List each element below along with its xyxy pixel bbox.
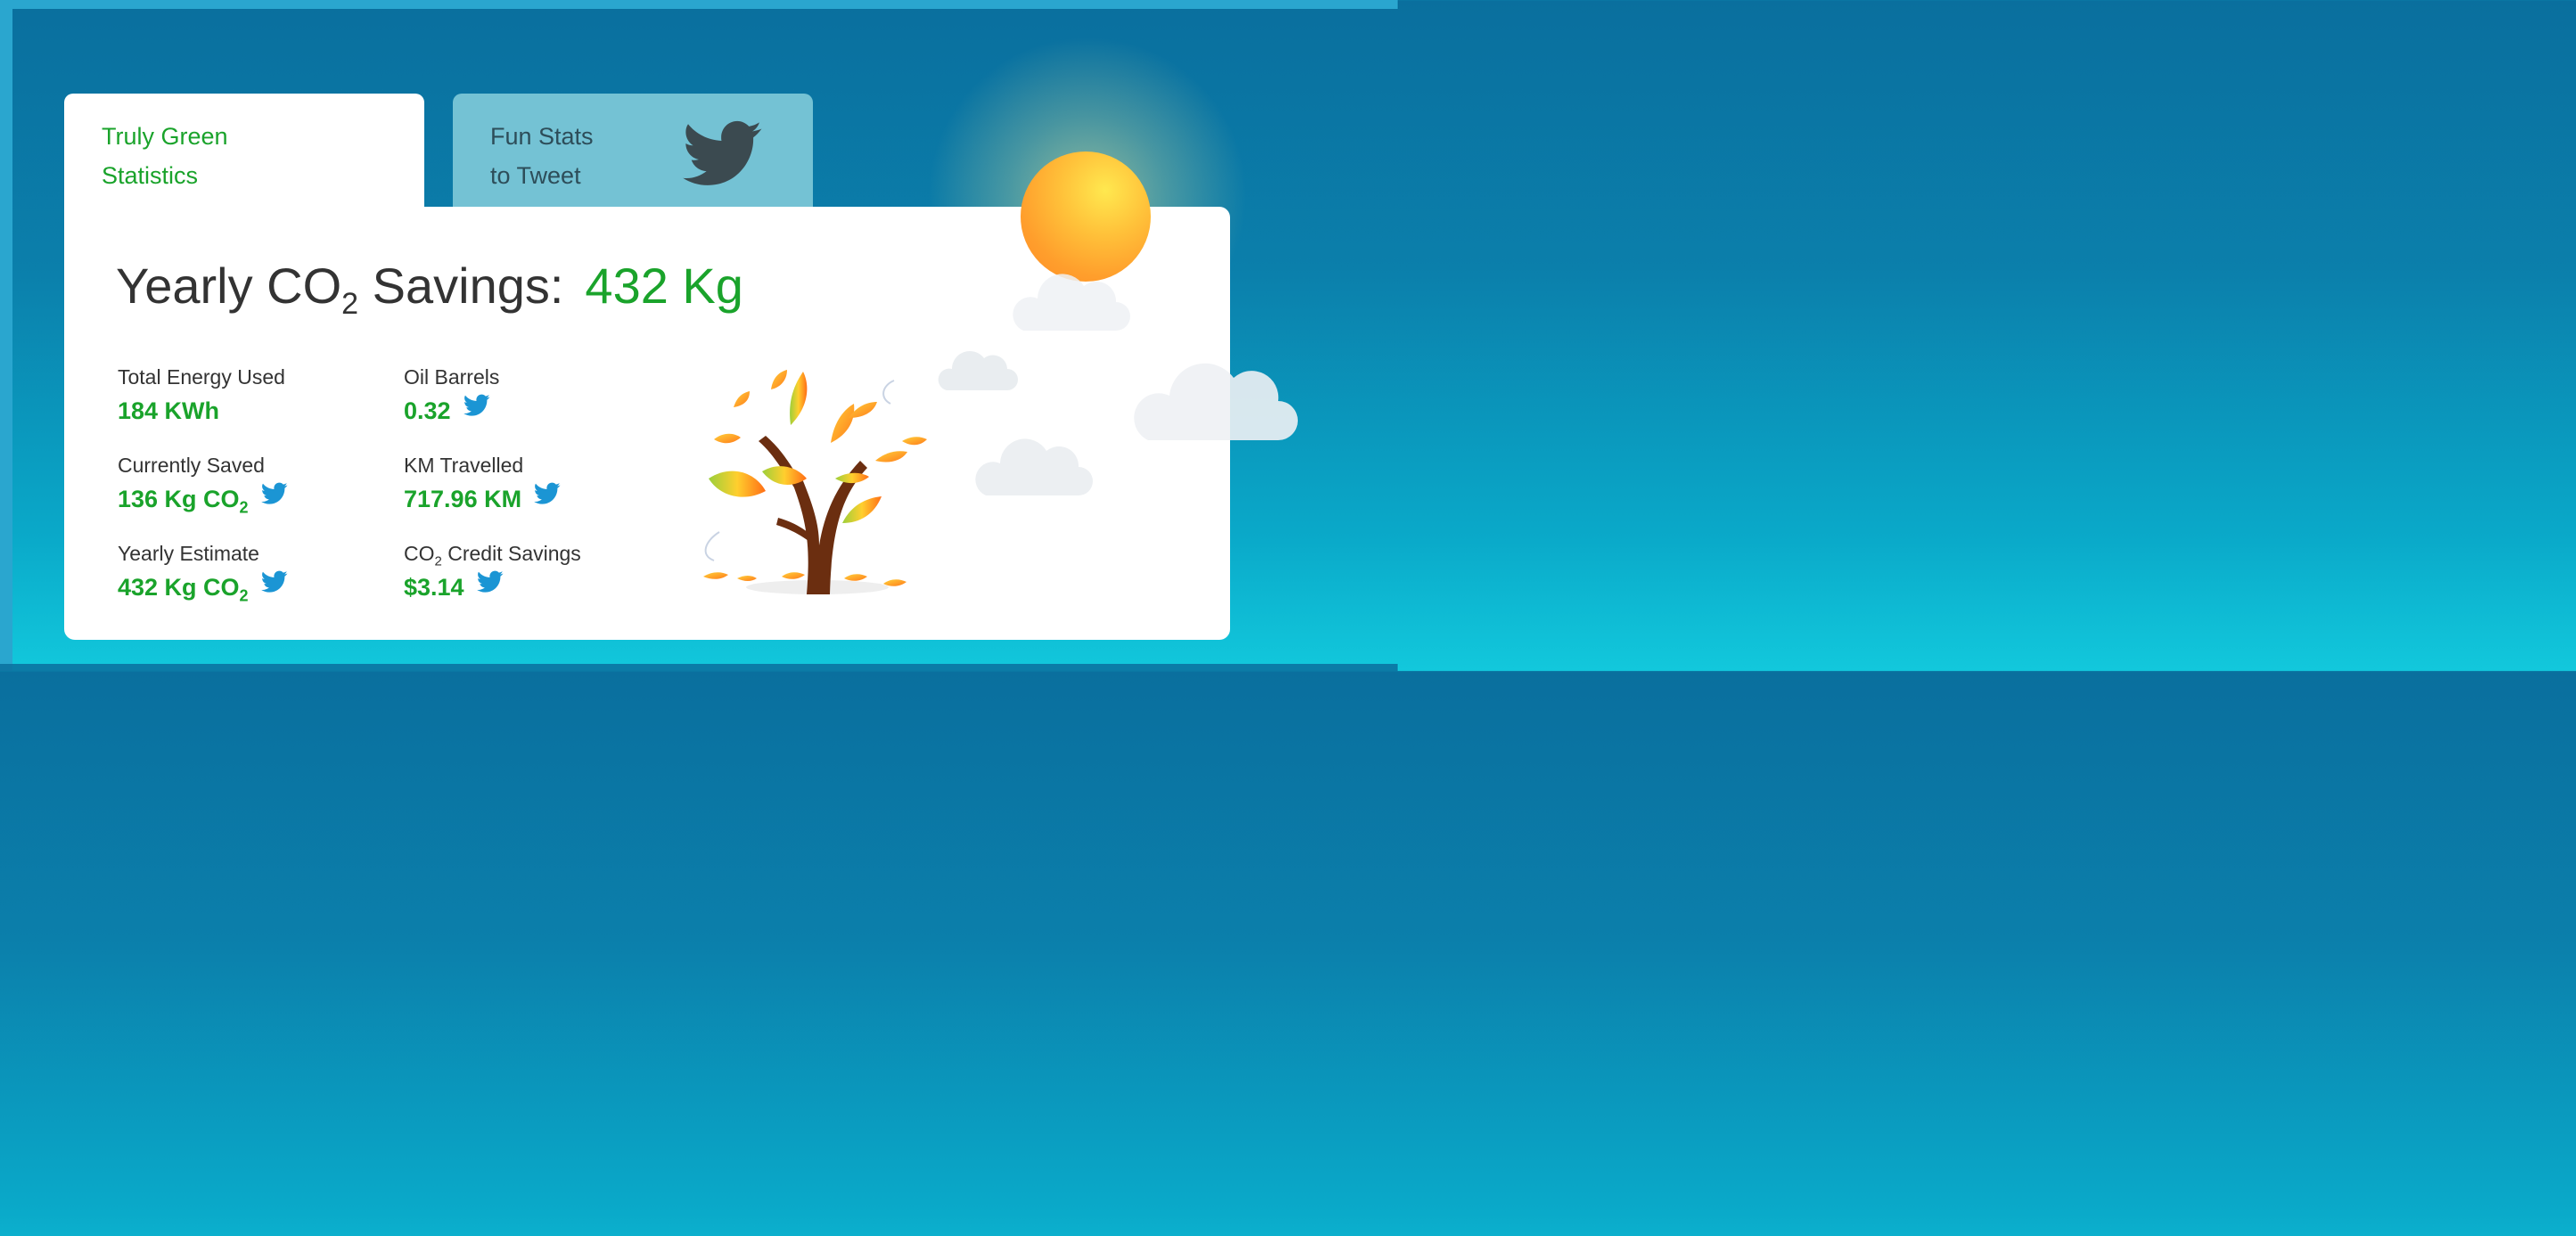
stat-label: Oil Barrels: [404, 365, 500, 389]
stat-total-energy-used: Total Energy Used 184 KWh: [118, 365, 285, 425]
tab-label: Truly Green Statistics: [102, 117, 298, 195]
tab-label-line2: Statistics: [102, 162, 199, 189]
stat-value-text: 432 Kg CO: [118, 574, 240, 601]
tweet-km-travelled-icon[interactable]: [534, 482, 561, 505]
cloud-illustration: [938, 351, 1018, 390]
stat-value-text: 184 KWh: [118, 397, 220, 424]
stat-km-travelled: KM Travelled 717.96 KM: [404, 454, 561, 513]
stat-value: 717.96 KM: [404, 486, 521, 513]
tweet-currently-saved-icon[interactable]: [260, 482, 288, 505]
stat-label-prefix: CO: [404, 542, 435, 565]
stat-value: 432 Kg CO2: [118, 574, 249, 605]
stat-value: 136 Kg CO2: [118, 486, 249, 517]
stat-value-subscript: 2: [239, 498, 249, 517]
headline-value: 432 Kg: [585, 258, 743, 314]
tab-label-line2: to Tweet: [490, 162, 581, 189]
stat-value-text: $3.14: [404, 574, 464, 601]
stat-value: $3.14: [404, 574, 464, 602]
twitter-bird-icon: [683, 120, 762, 185]
stat-yearly-estimate: Yearly Estimate 432 Kg CO2: [118, 542, 288, 605]
stat-value-text: 717.96 KM: [404, 486, 522, 512]
stat-label: CO2 Credit Savings: [404, 542, 581, 569]
stat-value-text: 0.32: [404, 397, 451, 424]
cloud-illustration: [1134, 363, 1298, 440]
window-frame-bottom: [0, 664, 1398, 671]
stat-label: Currently Saved: [118, 454, 265, 477]
cloud-illustration: [1013, 274, 1130, 331]
tab-label-line1: Fun Stats: [490, 123, 594, 150]
window-frame-top: [0, 0, 1398, 9]
stat-label: Yearly Estimate: [118, 542, 259, 565]
window-frame-left: [0, 0, 12, 671]
tab-label-line1: Truly Green: [102, 123, 228, 150]
tab-label: Fun Stats to Tweet: [490, 117, 686, 195]
cloud-illustration: [975, 438, 1093, 495]
stat-value-text: 136 Kg CO: [118, 486, 240, 512]
stat-label: Total Energy Used: [118, 365, 285, 389]
stat-co2-credit-savings: CO2 Credit Savings $3.14: [404, 542, 581, 602]
stat-label-subscript: 2: [434, 553, 442, 569]
stat-oil-barrels: Oil Barrels 0.32: [404, 365, 499, 425]
stat-value: 0.32: [404, 397, 451, 425]
tweet-yearly-estimate-icon[interactable]: [260, 570, 288, 593]
yearly-savings-headline: Yearly CO2 Savings: 432 Kg: [116, 257, 743, 322]
headline-prefix: Yearly CO: [116, 258, 342, 314]
headline-suffix: Savings:: [358, 258, 564, 314]
autumn-tree-illustration: [703, 370, 927, 594]
stat-value-subscript: 2: [239, 586, 249, 605]
headline-subscript: 2: [341, 287, 359, 322]
tweet-co2-credit-savings-icon[interactable]: [476, 570, 504, 593]
stat-label-text: Credit Savings: [441, 542, 581, 565]
stat-label: KM Travelled: [404, 454, 524, 477]
tweet-oil-barrels-icon[interactable]: [463, 394, 490, 417]
tab-fun-stats-to-tweet[interactable]: Fun Stats to Tweet: [453, 94, 813, 209]
stat-currently-saved: Currently Saved 136 Kg CO2: [118, 454, 288, 517]
stat-value: 184 KWh: [118, 397, 219, 425]
